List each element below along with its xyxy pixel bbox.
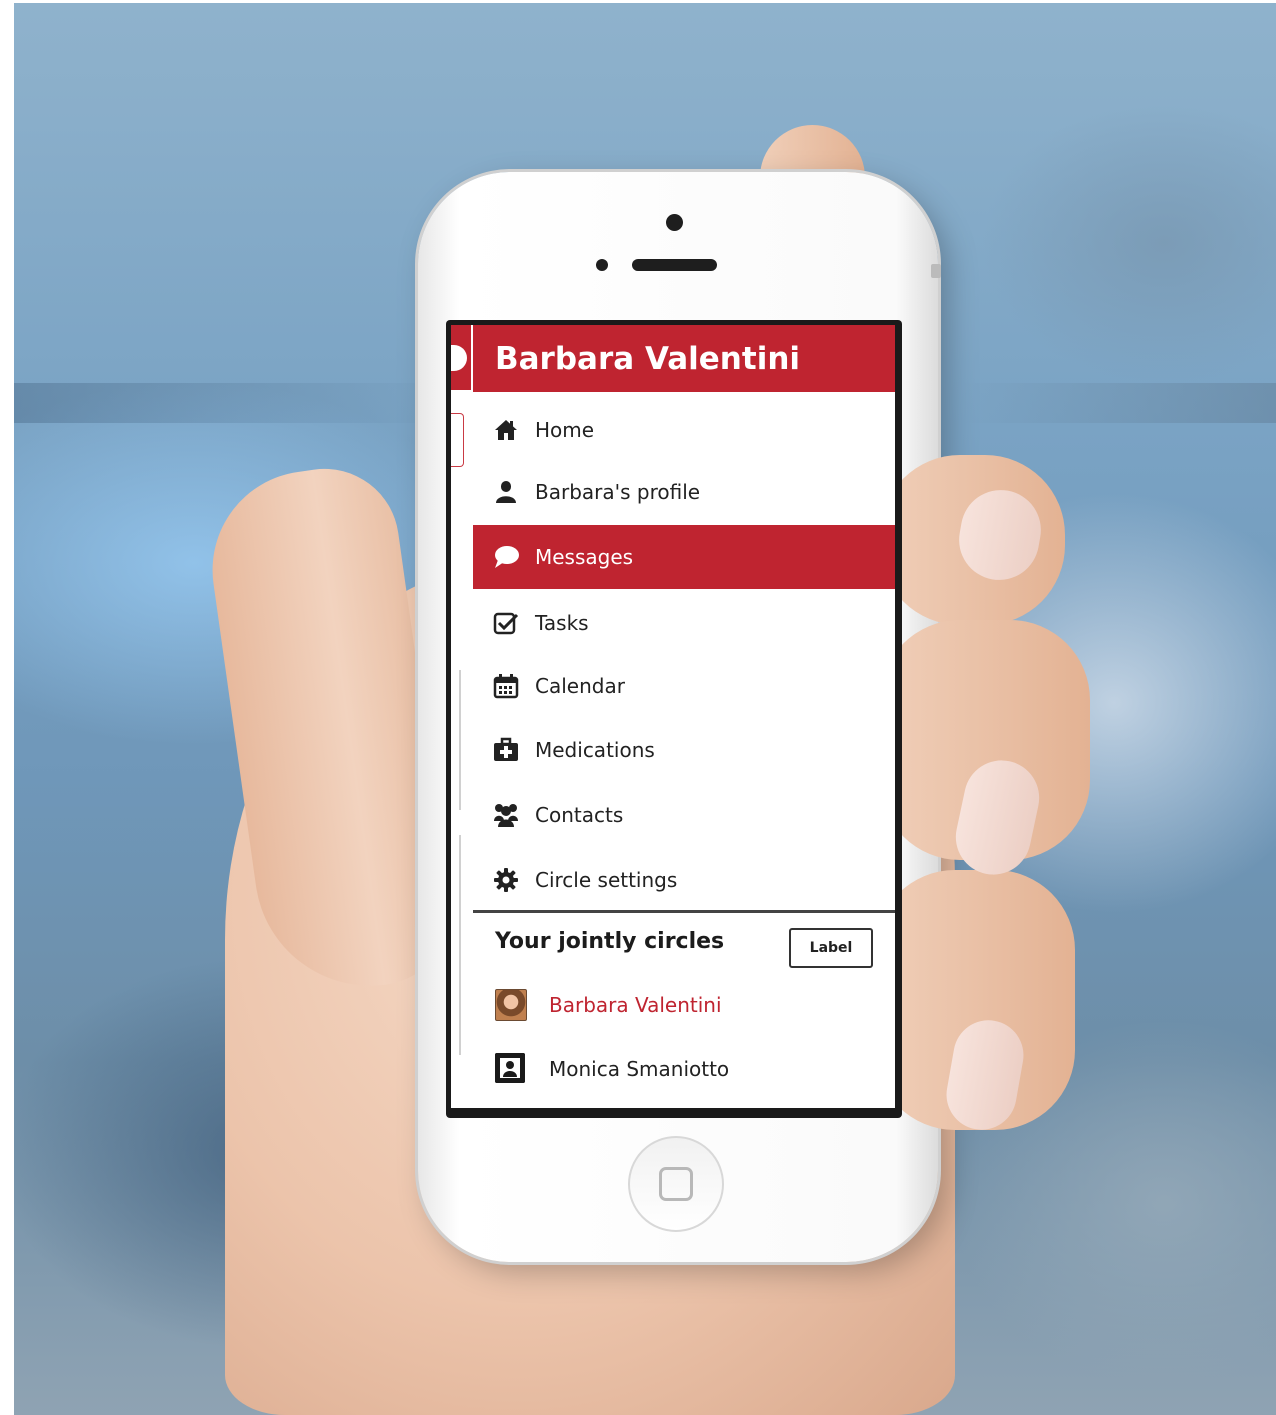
speech-bubble-icon <box>495 546 519 568</box>
menu-item-medications[interactable]: Medications <box>473 718 895 782</box>
phone-side-button <box>931 264 941 278</box>
circle-item-monica[interactable]: Monica Smaniotto <box>473 1041 895 1097</box>
menu-item-label: Barbara's profile <box>535 480 701 504</box>
gear-icon <box>494 868 518 892</box>
menu-item-label: Messages <box>535 545 634 569</box>
earpiece-speaker <box>632 259 717 271</box>
menu-header-title: Barbara Valentini <box>495 341 801 377</box>
circle-item-barbara[interactable]: Barbara Valentini <box>473 977 895 1033</box>
circles-section-title: Your jointly circles <box>495 929 725 954</box>
menu-item-profile[interactable]: Barbara's profile <box>473 460 895 524</box>
underlying-page-edge <box>451 325 474 1108</box>
user-icon <box>496 481 516 503</box>
menu-item-contacts[interactable]: Contacts <box>473 783 895 847</box>
medical-kit-icon <box>494 737 518 761</box>
screen-content: Barbara Valentini Home Barbara's profile <box>451 325 895 1108</box>
menu-item-label: Tasks <box>535 611 589 635</box>
home-icon <box>495 420 517 440</box>
menu-header: Barbara Valentini <box>473 325 895 394</box>
home-button-square-icon <box>659 1167 693 1201</box>
menu-item-home[interactable]: Home <box>473 398 895 462</box>
menu-item-calendar[interactable]: Calendar <box>473 654 895 718</box>
circle-name: Monica Smaniotto <box>549 1057 730 1081</box>
menu-item-label: Calendar <box>535 674 625 698</box>
menu-item-messages[interactable]: Messages <box>473 525 895 589</box>
menu-item-label: Home <box>535 418 595 442</box>
avatar-photo <box>495 989 527 1021</box>
underlying-field-edge <box>451 413 464 467</box>
side-menu: Barbara Valentini Home Barbara's profile <box>473 325 895 1108</box>
section-divider <box>473 910 895 913</box>
proximity-sensor <box>596 259 608 271</box>
menu-item-circle-settings[interactable]: Circle settings <box>473 848 895 912</box>
generic-avatar-icon <box>495 1053 525 1083</box>
underlying-divider <box>459 670 461 810</box>
checkbox-icon <box>493 612 519 635</box>
menu-item-label: Circle settings <box>535 868 678 892</box>
underlying-divider <box>459 835 461 1055</box>
group-icon <box>494 804 518 827</box>
label-button[interactable]: Label <box>789 928 873 968</box>
front-camera <box>666 214 683 231</box>
menu-item-label: Medications <box>535 738 655 762</box>
phone-screen: Barbara Valentini Home Barbara's profile <box>446 320 902 1118</box>
menu-item-label: Contacts <box>535 803 624 827</box>
circle-name: Barbara Valentini <box>549 993 722 1017</box>
calendar-icon <box>493 674 519 699</box>
menu-item-tasks[interactable]: Tasks <box>473 591 895 655</box>
